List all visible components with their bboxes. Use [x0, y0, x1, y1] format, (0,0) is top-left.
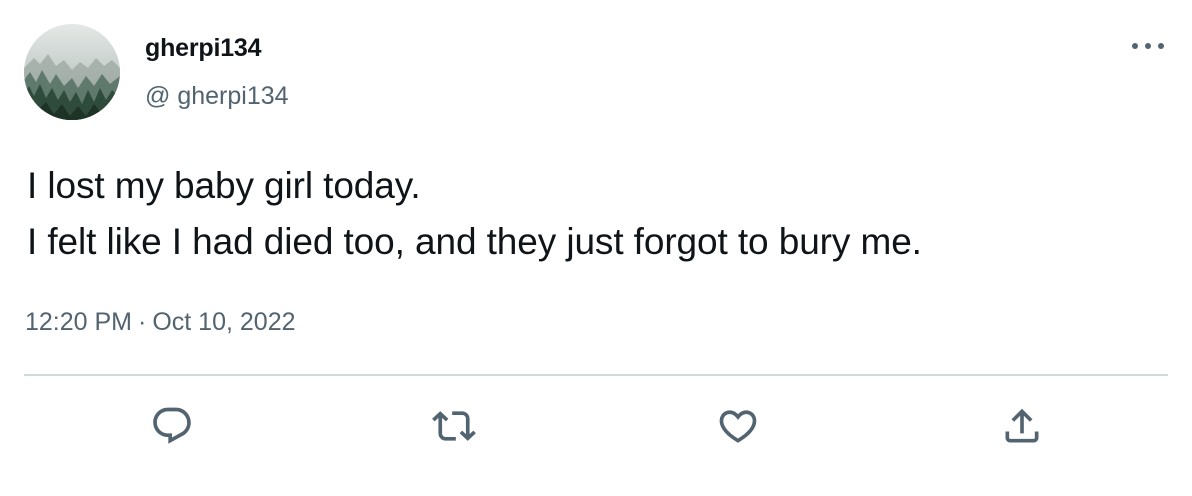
more-horizontal-icon	[1132, 43, 1164, 49]
heart-icon	[719, 410, 757, 443]
share-icon	[1005, 408, 1039, 443]
tweet-date[interactable]: Oct 10, 2022	[152, 308, 295, 336]
user-handle[interactable]: @ gherpi134	[145, 82, 289, 111]
tweet-card: gherpi134 @ gherpi134 I lost my baby gir…	[0, 0, 1192, 496]
avatar[interactable]	[24, 24, 120, 120]
reply-icon	[153, 407, 191, 444]
tweet-text-line: I lost my baby girl today.	[27, 165, 421, 206]
reply-button[interactable]	[146, 400, 198, 452]
meta-separator: ·	[138, 308, 147, 336]
retweet-button[interactable]	[428, 400, 480, 452]
divider	[24, 374, 1168, 376]
tweet-timestamp: 12:20 PM · Oct 10, 2022	[25, 308, 296, 337]
retweet-icon	[432, 411, 476, 441]
share-button[interactable]	[996, 400, 1048, 452]
display-name[interactable]: gherpi134	[145, 34, 262, 63]
like-button[interactable]	[712, 400, 764, 452]
misty-forest-avatar-image	[24, 24, 120, 120]
tweet-text-line: I felt like I had died too, and they jus…	[27, 221, 922, 262]
tweet-text: I lost my baby girl today. I felt like I…	[27, 158, 1167, 270]
more-options-button[interactable]	[1126, 26, 1170, 66]
tweet-time[interactable]: 12:20 PM	[25, 308, 132, 336]
